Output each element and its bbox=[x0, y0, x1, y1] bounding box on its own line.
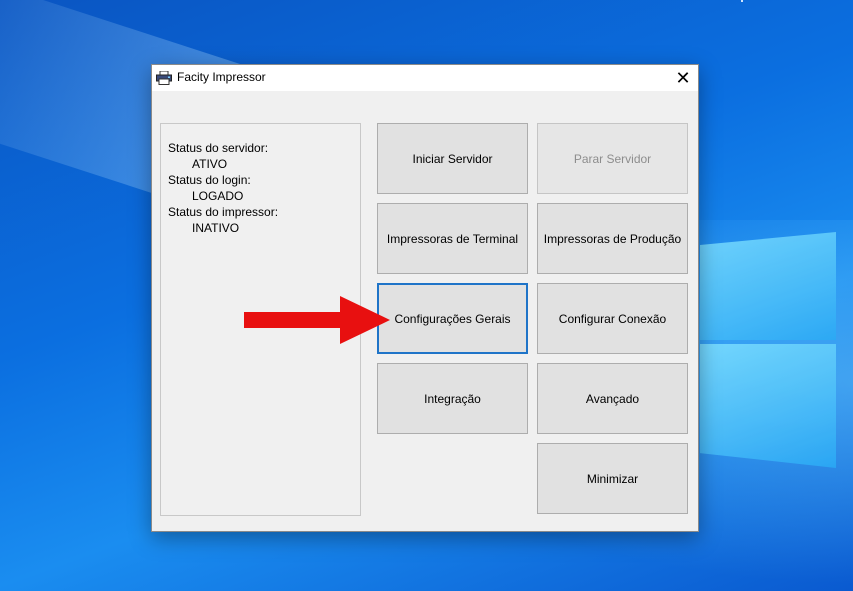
terminal-printers-button[interactable]: Impressoras de Terminal bbox=[377, 203, 528, 274]
red-arrow-annotation bbox=[244, 296, 390, 344]
printer-status-label: Status do impressor: bbox=[168, 205, 279, 219]
window-title: Facity Impressor bbox=[177, 70, 266, 84]
arrow-shape bbox=[244, 296, 390, 344]
integration-button[interactable]: Integração bbox=[377, 363, 528, 434]
printer-icon bbox=[156, 70, 172, 85]
server-status-label: Status do servidor: bbox=[168, 141, 269, 155]
printer-status-value: INATIVO bbox=[192, 221, 240, 235]
login-status-value: LOGADO bbox=[192, 189, 244, 203]
app-window: Facity Impressor ✕ Status do servidor: A… bbox=[151, 64, 699, 532]
server-status-value: ATIVO bbox=[192, 157, 228, 171]
login-status-label: Status do login: bbox=[168, 173, 251, 187]
configure-connection-button[interactable]: Configurar Conexão bbox=[537, 283, 688, 354]
window-client-area: Status do servidor: ATIVO Status do logi… bbox=[152, 91, 698, 531]
close-button[interactable]: ✕ bbox=[668, 65, 698, 91]
production-printers-button[interactable]: Impressoras de Produção bbox=[537, 203, 688, 274]
general-settings-button[interactable]: Configurações Gerais bbox=[377, 283, 528, 354]
minimize-button[interactable]: Minimizar bbox=[537, 443, 688, 514]
title-bar[interactable]: Facity Impressor ✕ bbox=[152, 65, 698, 91]
screen-edge-mark bbox=[741, 0, 743, 2]
advanced-button[interactable]: Avançado bbox=[537, 363, 688, 434]
stop-server-button[interactable]: Parar Servidor bbox=[537, 123, 688, 194]
windows-logo-pane-bottom bbox=[700, 344, 836, 468]
start-server-button[interactable]: Iniciar Servidor bbox=[377, 123, 528, 194]
windows-logo bbox=[700, 210, 840, 470]
windows-logo-pane-top bbox=[700, 232, 836, 340]
